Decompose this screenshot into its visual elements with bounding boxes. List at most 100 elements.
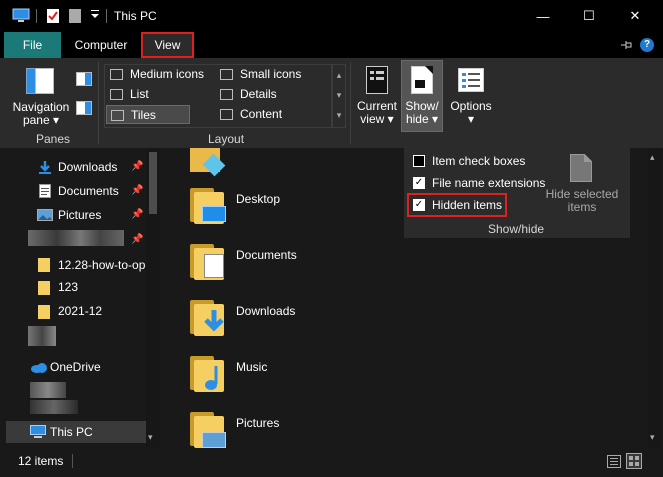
blurred-nav-item[interactable]: [30, 382, 66, 398]
music-folder-icon[interactable]: [190, 354, 226, 392]
layout-medium-icons[interactable]: Medium icons: [106, 65, 234, 84]
details-icon: [220, 89, 233, 100]
help-icon[interactable]: ?: [640, 38, 654, 52]
nav-item-downloads[interactable]: Downloads: [58, 157, 117, 177]
file-item-desktop[interactable]: Desktop: [236, 192, 280, 206]
documents-folder-icon[interactable]: [190, 242, 226, 280]
item-check-boxes-checkbox[interactable]: [413, 155, 425, 167]
downloads-folder-icon[interactable]: [190, 298, 226, 336]
layout-item-label: Tiles: [131, 108, 156, 122]
file-name-extensions-label: File name extensions: [432, 176, 546, 190]
pictures-folder-icon[interactable]: [190, 410, 226, 448]
navigation-pane-button[interactable]: Navigation pane ▾: [8, 101, 74, 127]
file-name-extensions-option[interactable]: ✓ File name extensions: [413, 174, 545, 192]
file-item-pictures[interactable]: Pictures: [236, 416, 279, 430]
show-hide-label-2: hide: [405, 112, 429, 126]
minimize-button[interactable]: —: [520, 0, 566, 32]
layout-content[interactable]: Content: [216, 105, 340, 124]
navigation-pane-icon: [26, 68, 54, 94]
file-item-documents[interactable]: Documents: [236, 248, 297, 262]
item-check-boxes-option[interactable]: Item check boxes: [413, 152, 525, 170]
ribbon-separator: [350, 62, 351, 144]
status-bar: 12 items: [0, 448, 663, 477]
status-separator: [72, 454, 73, 468]
tab-view[interactable]: View: [141, 32, 194, 58]
window-title: This PC: [114, 9, 157, 23]
pin-ribbon-icon[interactable]: [620, 40, 632, 50]
chevron-down-icon[interactable]: ▾: [148, 432, 153, 443]
properties-icon[interactable]: [46, 8, 60, 24]
layout-group-label: Layout: [208, 132, 245, 146]
maximize-button[interactable]: ☐: [566, 0, 612, 32]
pin-icon[interactable]: 📌: [131, 185, 143, 196]
layout-scroll[interactable]: ▴ ▾ ▾: [332, 64, 346, 128]
nav-item-documents[interactable]: Documents: [58, 181, 119, 201]
layout-small-icons[interactable]: Small icons: [216, 65, 340, 84]
tiles-icon: [111, 110, 124, 121]
navigation-pane-label-2: pane: [22, 113, 50, 127]
pictures-icon: [37, 209, 53, 221]
pin-icon[interactable]: 📌: [131, 234, 143, 245]
show-hide-panel: Item check boxes ✓ File name extensions …: [404, 148, 630, 238]
content-icon: [220, 109, 233, 120]
navigation-pane: ▾ Downloads 📌 Documents 📌 Pictures 📌 📌 1…: [0, 148, 160, 448]
blurred-nav-item[interactable]: [28, 230, 124, 246]
blurred-nav-item[interactable]: [28, 326, 56, 346]
nav-item-pictures[interactable]: Pictures: [58, 205, 101, 225]
nav-scrollbar[interactable]: ▾: [146, 148, 160, 448]
blurred-nav-item[interactable]: [30, 400, 78, 414]
close-icon: ✕: [629, 8, 641, 23]
quick-access-separator: [36, 9, 37, 23]
layout-details[interactable]: Details: [216, 85, 340, 104]
show-hide-group-label: Show/hide: [488, 222, 545, 236]
chevron-down-icon: ▾: [467, 112, 475, 126]
pin-icon[interactable]: 📌: [131, 161, 143, 172]
nav-item-onedrive[interactable]: OneDrive: [50, 357, 101, 377]
hidden-items-label: Hidden items: [432, 198, 503, 212]
nav-item-folder[interactable]: 123: [58, 277, 78, 297]
details-view-icon[interactable]: [607, 455, 621, 468]
current-view-button[interactable]: Current view ▾: [354, 100, 400, 126]
close-button[interactable]: ✕: [612, 0, 658, 32]
layout-list[interactable]: List: [106, 85, 234, 104]
maximize-icon: ☐: [583, 8, 595, 23]
document-icon: [39, 184, 51, 198]
folder-icon: [38, 281, 50, 295]
file-item-music[interactable]: Music: [236, 360, 267, 374]
ribbon: Navigation pane ▾ Panes Medium icons Sma…: [0, 58, 663, 148]
new-folder-icon[interactable]: [68, 8, 82, 24]
pin-icon[interactable]: 📌: [131, 209, 143, 220]
file-list-scrollbar[interactable]: ▴ ▾: [648, 148, 662, 448]
file-name-extensions-checkbox[interactable]: ✓: [413, 177, 425, 189]
chevron-down-icon: ▾: [432, 112, 439, 126]
nav-item-folder[interactable]: 12.28-how-to-op: [58, 255, 146, 275]
preview-pane-icon[interactable]: [76, 72, 92, 86]
show-hide-label-block: Show/ hide ▾: [401, 100, 443, 126]
folder-icon[interactable]: [190, 148, 228, 178]
tab-computer[interactable]: Computer: [64, 32, 138, 58]
chevron-up-icon[interactable]: ▴: [650, 152, 655, 163]
tab-file[interactable]: File: [4, 32, 61, 58]
layout-item-label: List: [130, 87, 149, 101]
hide-selected-items-button[interactable]: Hide selected items: [540, 188, 624, 214]
details-pane-icon[interactable]: [76, 101, 92, 115]
file-item-downloads[interactable]: Downloads: [236, 304, 295, 318]
customize-quick-access-icon[interactable]: [90, 10, 100, 22]
chevron-down-icon: ▾: [53, 113, 60, 127]
hidden-items-option[interactable]: ✓ Hidden items: [413, 196, 502, 214]
folder-icon: [38, 258, 50, 272]
this-pc-icon: [30, 425, 46, 438]
medium-icons-icon: [110, 69, 123, 80]
panes-group-label: Panes: [36, 132, 71, 146]
layout-tiles[interactable]: Tiles: [106, 105, 190, 124]
chevron-down-icon[interactable]: ▾: [650, 432, 655, 443]
download-arrow-icon: [39, 161, 51, 174]
hidden-items-checkbox[interactable]: ✓: [413, 199, 425, 211]
minimize-icon: —: [536, 8, 550, 24]
nav-item-folder[interactable]: 2021-12: [58, 301, 102, 321]
item-check-boxes-label: Item check boxes: [432, 154, 526, 168]
options-button[interactable]: Options ▾: [446, 100, 496, 126]
nav-scrollbar-thumb[interactable]: [149, 152, 157, 214]
tiles-view-icon[interactable]: [626, 453, 642, 469]
desktop-folder-icon[interactable]: [190, 186, 226, 224]
